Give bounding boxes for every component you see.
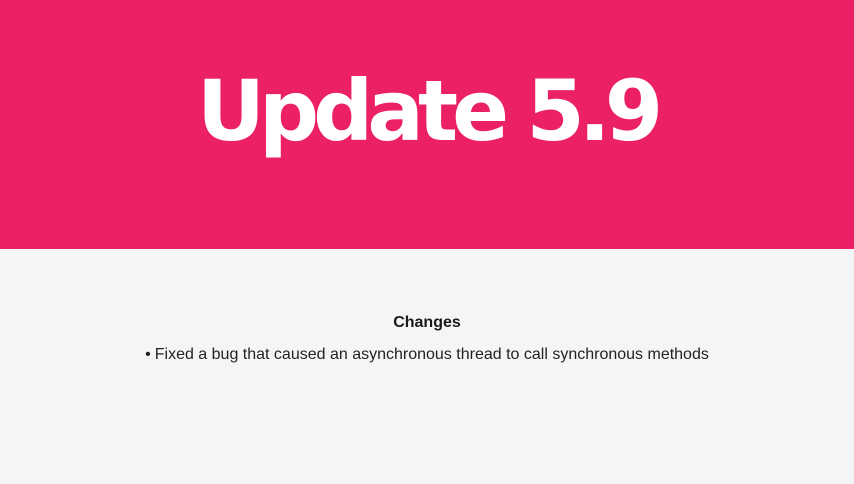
changes-heading: Changes <box>393 314 461 331</box>
release-notes: Changes • Fixed a bug that caused an asyn… <box>0 249 854 484</box>
changes-list: • Fixed a bug that caused an asynchronous… <box>0 345 854 365</box>
update-title: Update 5.9 <box>196 61 663 160</box>
change-text: Fixed a bug that caused an asynchronous … <box>154 346 709 363</box>
list-item: • Fixed a bug that caused an asynchronous… <box>0 345 854 365</box>
bullet-icon: • <box>145 346 151 363</box>
update-banner: Update 5.9 <box>0 0 854 249</box>
